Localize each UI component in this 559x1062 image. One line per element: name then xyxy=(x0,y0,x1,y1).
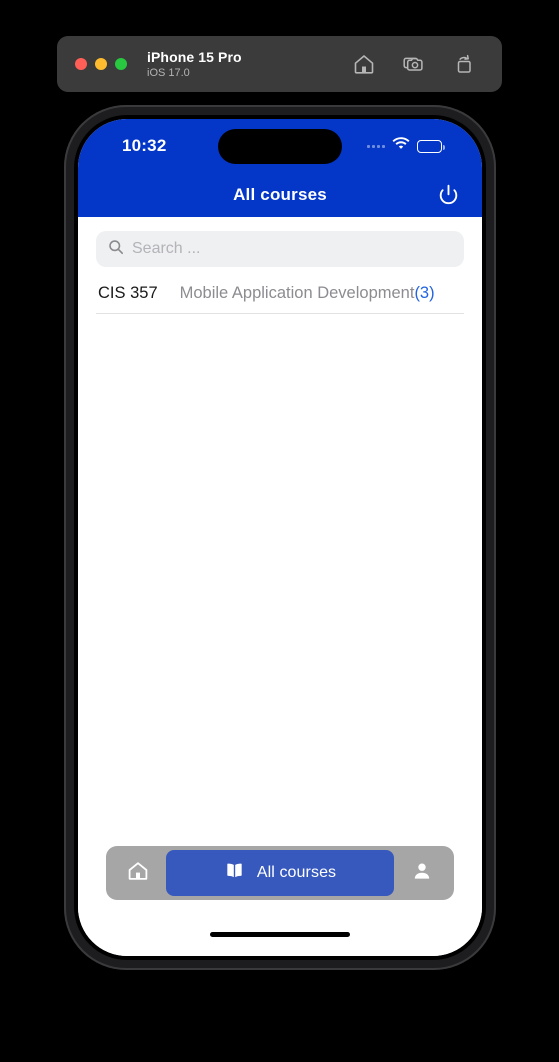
course-credit-count: (3) xyxy=(414,284,435,302)
home-icon[interactable] xyxy=(352,52,376,76)
minimize-button[interactable] xyxy=(95,58,107,70)
tab-profile[interactable] xyxy=(394,850,450,896)
screenshot-root: iPhone 15 Pro iOS 17.0 10:32 All courses… xyxy=(0,0,559,1062)
course-list: CIS 357 Mobile Application Development (… xyxy=(96,275,464,314)
course-title: Mobile Application Development xyxy=(179,284,415,302)
tab-all-courses[interactable]: All courses xyxy=(166,850,394,896)
phone-screen: 10:32 All courses Search ... CIS 357 Mob… xyxy=(78,119,482,956)
close-button[interactable] xyxy=(75,58,87,70)
search-bar[interactable] xyxy=(96,231,464,267)
simulator-titlebar: iPhone 15 Pro iOS 17.0 xyxy=(57,36,502,92)
power-icon[interactable] xyxy=(434,181,462,209)
screenshot-icon[interactable] xyxy=(402,52,426,76)
wifi-icon xyxy=(392,137,410,155)
dynamic-island xyxy=(218,129,342,164)
battery-icon xyxy=(417,139,445,153)
app-nav-bar: All courses xyxy=(78,173,482,217)
simulator-device-name: iPhone 15 Pro xyxy=(147,48,242,65)
simulator-actions xyxy=(352,52,484,76)
phone-frame: 10:32 All courses Search ... CIS 357 Mob… xyxy=(64,105,496,970)
status-clock: 10:32 xyxy=(122,136,167,155)
course-detail: Mobile Application Development (3) xyxy=(180,284,435,303)
status-indicators xyxy=(367,137,456,155)
ios-status-bar: 10:32 xyxy=(78,119,482,173)
course-code: CIS 357 xyxy=(98,284,158,302)
window-controls xyxy=(75,58,127,70)
tab-home[interactable] xyxy=(110,850,166,896)
bottom-tab-bar: All courses xyxy=(106,846,454,900)
book-icon xyxy=(224,860,245,886)
person-icon xyxy=(410,859,434,888)
course-list-item[interactable]: CIS 357 Mobile Application Development (… xyxy=(96,275,464,314)
search-input[interactable] xyxy=(132,240,452,258)
app-content: CIS 357 Mobile Application Development (… xyxy=(78,217,482,956)
tab-all-courses-label: All courses xyxy=(256,864,337,881)
home-icon xyxy=(126,859,150,888)
simulator-title-group: iPhone 15 Pro iOS 17.0 xyxy=(147,49,242,80)
simulator-os-version: iOS 17.0 xyxy=(147,66,190,79)
page-title: All courses xyxy=(233,185,327,204)
phone-bezel: 10:32 All courses Search ... CIS 357 Mob… xyxy=(74,115,486,960)
rotate-icon[interactable] xyxy=(452,52,476,76)
search-icon xyxy=(108,239,124,260)
maximize-button[interactable] xyxy=(115,58,127,70)
cellular-icon xyxy=(367,144,385,148)
home-indicator xyxy=(210,932,350,937)
